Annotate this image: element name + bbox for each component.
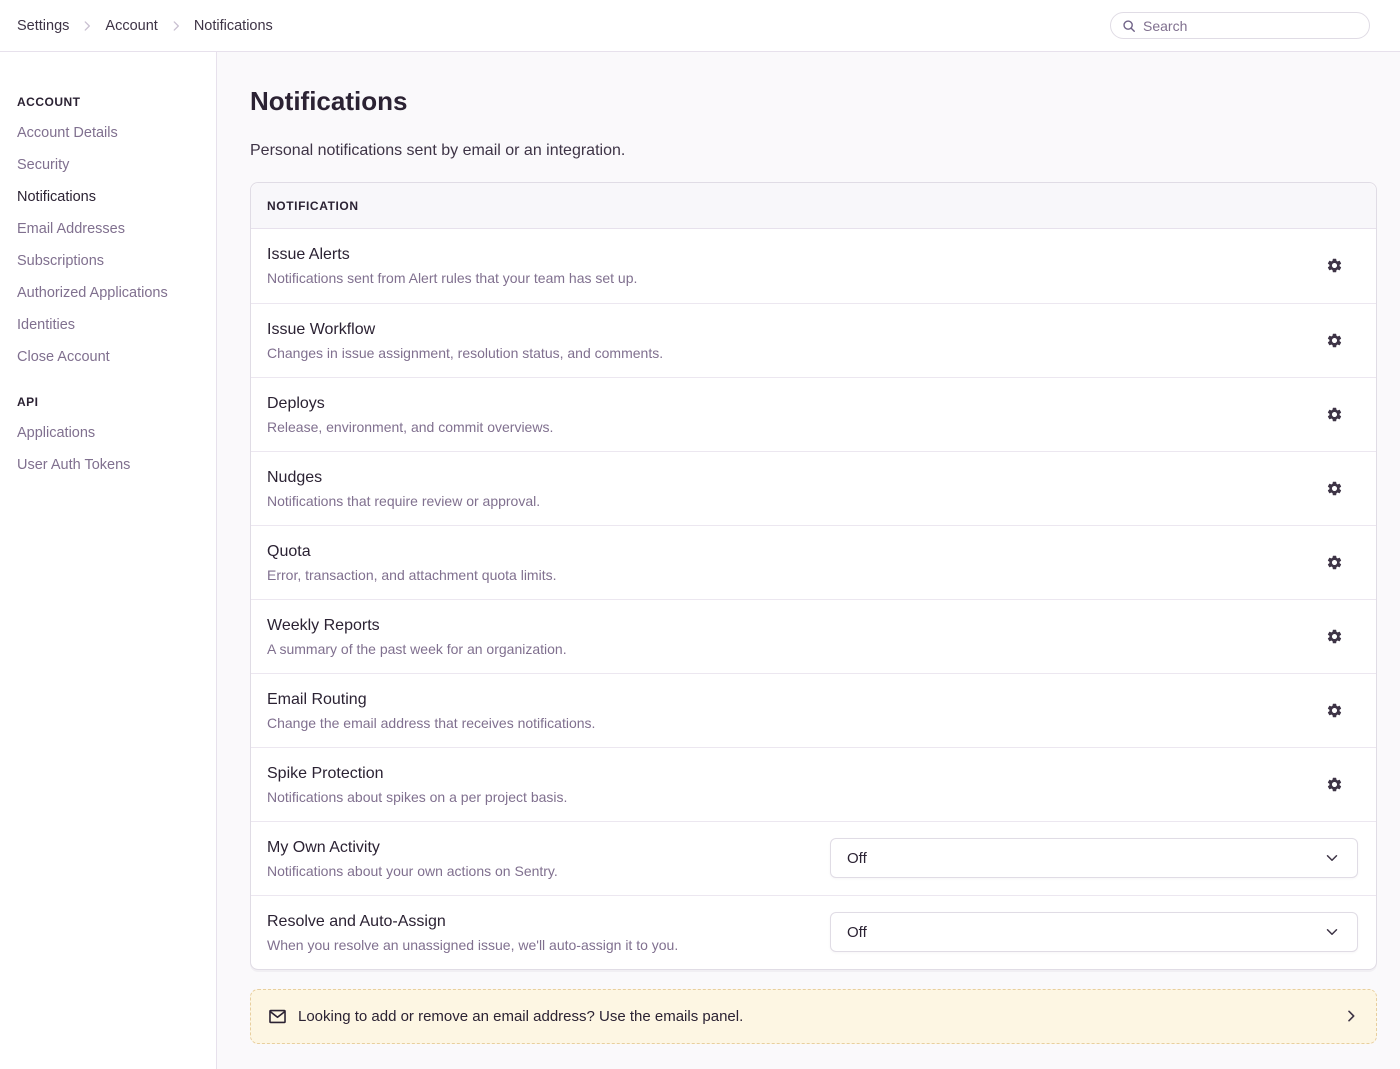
sidebar-item-authorized-applications[interactable]: Authorized Applications xyxy=(17,283,206,303)
notification-row-description: Notifications that require review or app… xyxy=(267,492,1322,510)
gear-icon xyxy=(1326,554,1343,571)
select-value: Off xyxy=(847,924,867,941)
notification-row-title: Issue Workflow xyxy=(267,319,1322,340)
panel-header: NOTIFICATION xyxy=(251,183,1376,229)
notification-row: Quota Error, transaction, and attachment… xyxy=(251,525,1376,599)
main-content: Notifications Personal notifications sen… xyxy=(217,52,1400,1069)
gear-icon xyxy=(1326,406,1343,423)
notification-settings-button[interactable] xyxy=(1322,476,1346,500)
chevron-down-icon xyxy=(1323,923,1341,941)
sidebar-item-notifications[interactable]: Notifications xyxy=(17,187,206,207)
alert-text: Looking to add or remove an email addres… xyxy=(298,1008,1332,1025)
notification-row-description: Notifications about your own actions on … xyxy=(267,862,830,880)
notification-row-title: My Own Activity xyxy=(267,837,830,858)
notification-row-title: Weekly Reports xyxy=(267,615,1322,636)
breadcrumb: Settings Account Notifications xyxy=(17,18,273,34)
notification-row-description: Changes in issue assignment, resolution … xyxy=(267,344,1322,362)
notification-row-description: A summary of the past week for an organi… xyxy=(267,640,1322,658)
sidebar-section-title: API xyxy=(17,395,206,409)
notification-row: Email Routing Change the email address t… xyxy=(251,673,1376,747)
page-subtitle: Personal notifications sent by email or … xyxy=(250,140,1377,162)
notification-row-title: Spike Protection xyxy=(267,763,1322,784)
sidebar-section: API Applications User Auth Tokens xyxy=(17,395,206,475)
notification-row-title: Quota xyxy=(267,541,1322,562)
notifications-panel: NOTIFICATION Issue Alerts Notifications … xyxy=(250,182,1377,970)
notification-row-title: Email Routing xyxy=(267,689,1322,710)
notification-row-title: Deploys xyxy=(267,393,1322,414)
gear-icon xyxy=(1326,480,1343,497)
breadcrumb-item[interactable]: Notifications xyxy=(194,18,273,34)
breadcrumb-item[interactable]: Account xyxy=(105,18,157,34)
notification-row: Deploys Release, environment, and commit… xyxy=(251,377,1376,451)
gear-icon xyxy=(1326,332,1343,349)
notification-row-description: Notifications about spikes on a per proj… xyxy=(267,788,1322,806)
gear-icon xyxy=(1326,257,1343,274)
notification-settings-button[interactable] xyxy=(1322,402,1346,426)
gear-icon xyxy=(1326,628,1343,645)
notification-row-description: Notifications sent from Alert rules that… xyxy=(267,269,1322,287)
chevron-down-icon xyxy=(1323,849,1341,867)
search-input[interactable] xyxy=(1143,18,1358,34)
breadcrumb-separator-icon xyxy=(169,19,183,33)
notification-select[interactable]: Off xyxy=(830,838,1358,878)
notification-row-title: Nudges xyxy=(267,467,1322,488)
sidebar-item-subscriptions[interactable]: Subscriptions xyxy=(17,251,206,271)
sidebar-section: ACCOUNT Account Details Security Notific… xyxy=(17,95,206,367)
envelope-icon xyxy=(268,1007,287,1026)
page-title: Notifications xyxy=(250,84,1377,118)
notification-row-description: Change the email address that receives n… xyxy=(267,714,1322,732)
chevron-right-icon xyxy=(1343,1008,1359,1024)
notification-row: Resolve and Auto-Assign When you resolve… xyxy=(251,895,1376,969)
notification-select[interactable]: Off xyxy=(830,912,1358,952)
select-value: Off xyxy=(847,850,867,867)
notification-settings-button[interactable] xyxy=(1322,698,1346,722)
notification-row-description: Release, environment, and commit overvie… xyxy=(267,418,1322,436)
notification-rows: Issue Alerts Notifications sent from Ale… xyxy=(251,229,1376,969)
email-panel-alert[interactable]: Looking to add or remove an email addres… xyxy=(250,989,1377,1044)
notification-settings-button[interactable] xyxy=(1322,624,1346,648)
breadcrumb-item[interactable]: Settings xyxy=(17,18,69,34)
sidebar-item-user-auth-tokens[interactable]: User Auth Tokens xyxy=(17,455,206,475)
notification-row: My Own Activity Notifications about your… xyxy=(251,821,1376,895)
notification-row: Spike Protection Notifications about spi… xyxy=(251,747,1376,821)
notification-row-description: When you resolve an unassigned issue, we… xyxy=(267,936,830,954)
notification-row-description: Error, transaction, and attachment quota… xyxy=(267,566,1322,584)
breadcrumb-separator-icon xyxy=(80,19,94,33)
notification-settings-button[interactable] xyxy=(1322,550,1346,574)
sidebar-section-title: ACCOUNT xyxy=(17,95,206,109)
notification-settings-button[interactable] xyxy=(1322,254,1346,278)
sidebar-item-email-addresses[interactable]: Email Addresses xyxy=(17,219,206,239)
search-icon xyxy=(1122,19,1136,33)
notification-settings-button[interactable] xyxy=(1322,772,1346,796)
notification-settings-button[interactable] xyxy=(1322,328,1346,352)
notification-row-title: Issue Alerts xyxy=(267,244,1322,265)
sidebar: ACCOUNT Account Details Security Notific… xyxy=(0,52,217,1069)
sidebar-item-identities[interactable]: Identities xyxy=(17,315,206,335)
notification-row: Issue Alerts Notifications sent from Ale… xyxy=(251,229,1376,303)
gear-icon xyxy=(1326,776,1343,793)
notification-row: Nudges Notifications that require review… xyxy=(251,451,1376,525)
search-box[interactable] xyxy=(1110,12,1370,39)
sidebar-item-account-details[interactable]: Account Details xyxy=(17,123,206,143)
notification-row: Issue Workflow Changes in issue assignme… xyxy=(251,303,1376,377)
topbar: Settings Account Notifications xyxy=(0,0,1400,52)
gear-icon xyxy=(1326,702,1343,719)
notification-row-title: Resolve and Auto-Assign xyxy=(267,911,830,932)
sidebar-item-close-account[interactable]: Close Account xyxy=(17,347,206,367)
sidebar-item-security[interactable]: Security xyxy=(17,155,206,175)
notification-row: Weekly Reports A summary of the past wee… xyxy=(251,599,1376,673)
sidebar-item-applications[interactable]: Applications xyxy=(17,423,206,443)
